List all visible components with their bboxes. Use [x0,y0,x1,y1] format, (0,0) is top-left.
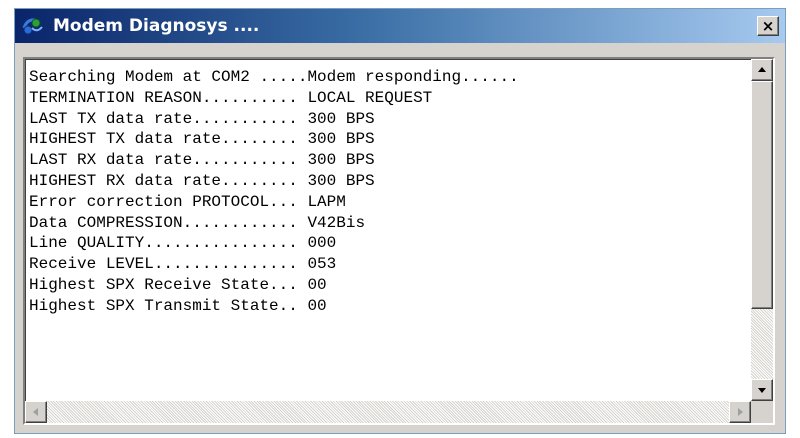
scrollbar-corner [751,401,773,423]
title-bar[interactable]: Modem Diagnosys .... × [15,9,785,43]
diagnostics-text: Searching Modem at COM2 .....Modem respo… [29,67,747,401]
arrow-up-icon [758,67,766,72]
arrow-left-icon [33,408,38,416]
arrow-right-icon [738,408,743,416]
network-globe-icon [21,15,45,37]
scroll-up-button[interactable] [751,59,773,81]
diagnostics-output-area[interactable]: Searching Modem at COM2 .....Modem respo… [23,57,775,425]
window-title: Modem Diagnosys .... [53,16,260,36]
diagnostic-line: Error correction PROTOCOL... LAPM [29,192,346,211]
close-icon: × [761,17,775,35]
diagnostic-line: Searching Modem at COM2 .....Modem respo… [29,68,519,86]
scroll-left-button[interactable] [25,401,47,423]
diagnostic-line: HIGHEST RX data rate........ 300 BPS [29,171,375,190]
diagnostic-line: Highest SPX Receive State... 00 [29,275,327,294]
vertical-scrollbar[interactable] [751,59,773,401]
vertical-scroll-thumb[interactable] [751,81,773,309]
diagnostic-line: HIGHEST TX data rate........ 300 BPS [29,130,375,149]
arrow-down-icon [758,388,766,393]
modem-diagnosys-window: Modem Diagnosys .... × Searching Modem a… [14,8,786,434]
diagnostic-line: Receive LEVEL............... 053 [29,255,337,274]
diagnostic-line: Data COMPRESSION............ V42Bis [29,213,366,232]
horizontal-scrollbar[interactable] [25,401,751,423]
diagnostic-line: TERMINATION REASON.......... LOCAL REQUE… [29,88,433,107]
close-button[interactable]: × [757,16,779,36]
diagnostic-line: Highest SPX Transmit State.. 00 [29,296,327,315]
scroll-down-button[interactable] [751,379,773,401]
diagnostic-line: LAST RX data rate........... 300 BPS [29,151,375,170]
scroll-right-button[interactable] [729,401,751,423]
diagnostic-line: LAST TX data rate........... 300 BPS [29,109,375,128]
diagnostic-line: Line QUALITY................ 000 [29,234,337,253]
